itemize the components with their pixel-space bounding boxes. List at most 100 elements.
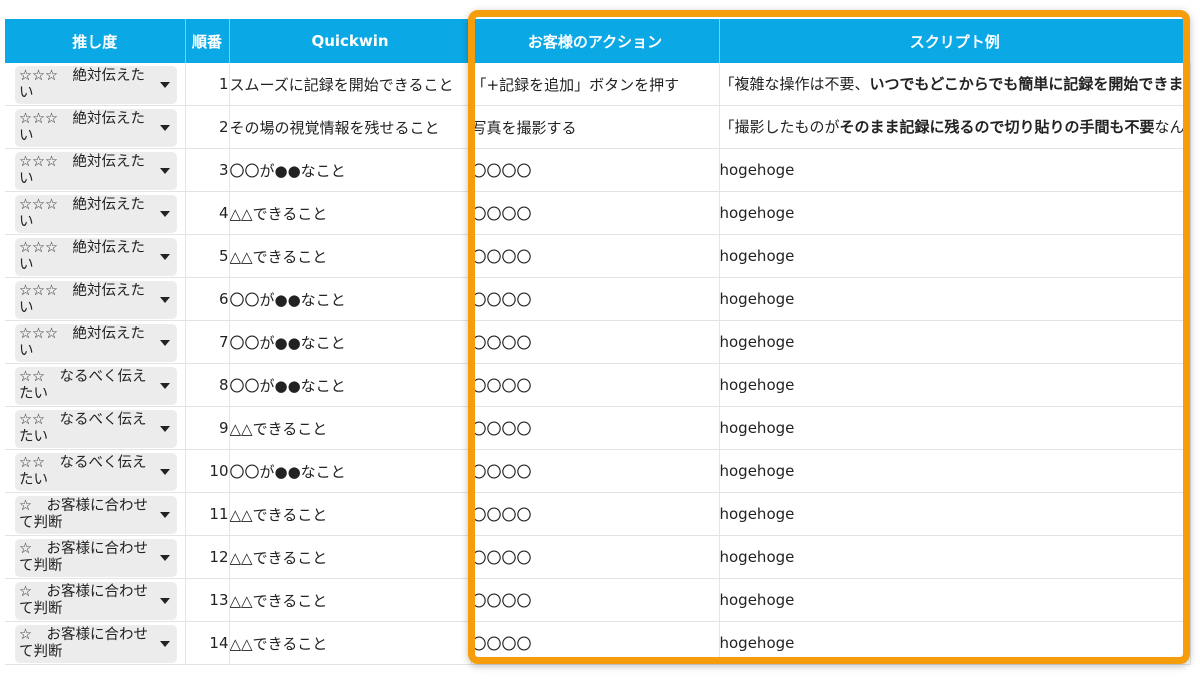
script-cell[interactable]: hogehoge [719, 277, 1191, 321]
quickwin-cell[interactable]: その場の視覚情報を残せること [229, 105, 472, 149]
chevron-down-icon[interactable] [159, 426, 170, 432]
quickwin-cell[interactable]: スムーズに記録を開始できること [229, 63, 472, 106]
order-cell[interactable]: 1 [185, 63, 230, 106]
priority-dropdown[interactable]: ☆ お客様に合わせて判断 [15, 539, 177, 577]
chevron-down-icon[interactable] [159, 641, 170, 647]
priority-dropdown[interactable]: ☆☆☆ 絶対伝えたい [15, 109, 177, 147]
action-cell[interactable]: 〇〇〇〇 [471, 363, 720, 407]
priority-dropdown-value: ☆ お客様に合わせて判断 [19, 541, 148, 574]
action-cell[interactable]: 〇〇〇〇 [471, 148, 720, 192]
order-cell[interactable]: 4 [185, 191, 230, 235]
action-cell[interactable]: 〇〇〇〇 [471, 621, 720, 665]
action-cell[interactable]: 〇〇〇〇 [471, 234, 720, 278]
priority-dropdown[interactable]: ☆ お客様に合わせて判断 [15, 625, 177, 663]
priority-cell: ☆☆☆ 絶対伝えたい [5, 277, 186, 321]
header-priority[interactable]: 推し度 [5, 19, 186, 63]
quickwin-cell[interactable]: △△できること [229, 492, 472, 536]
chevron-down-icon[interactable] [159, 512, 170, 518]
chevron-down-icon[interactable] [159, 469, 170, 475]
chevron-down-icon[interactable] [159, 340, 170, 346]
script-cell[interactable]: hogehoge [719, 449, 1191, 493]
quickwin-cell[interactable]: △△できること [229, 234, 472, 278]
priority-dropdown-value: ☆☆☆ 絶対伝えたい [19, 68, 145, 101]
script-cell[interactable]: hogehoge [719, 406, 1191, 450]
script-cell[interactable]: hogehoge [719, 320, 1191, 364]
header-order[interactable]: 順番 [185, 19, 230, 63]
script-cell[interactable]: 「撮影したものがそのまま記録に残るので切り貼りの手間も不要なんです！」 [719, 105, 1191, 149]
spreadsheet-table: 推し度 順番 Quickwin お客様のアクション スクリプト例 ☆☆☆ 絶対伝… [5, 19, 1191, 665]
order-cell[interactable]: 14 [185, 621, 230, 665]
chevron-down-icon[interactable] [159, 211, 170, 217]
script-cell[interactable]: hogehoge [719, 363, 1191, 407]
action-cell[interactable]: 〇〇〇〇 [471, 277, 720, 321]
header-script-example[interactable]: スクリプト例 [719, 19, 1190, 63]
quickwin-cell[interactable]: 〇〇が●●なこと [229, 449, 472, 493]
quickwin-cell[interactable]: 〇〇が●●なこと [229, 277, 472, 321]
chevron-down-icon[interactable] [159, 82, 170, 88]
action-cell[interactable]: 〇〇〇〇 [471, 320, 720, 364]
order-cell[interactable]: 8 [185, 363, 230, 407]
chevron-down-icon[interactable] [159, 383, 170, 389]
script-text: 「複雑な操作は不要、 [719, 74, 870, 93]
order-cell[interactable]: 5 [185, 234, 230, 278]
order-cell[interactable]: 3 [185, 148, 230, 192]
script-cell[interactable]: hogehoge [719, 234, 1191, 278]
order-cell[interactable]: 11 [185, 492, 230, 536]
priority-dropdown[interactable]: ☆☆☆ 絶対伝えたい [15, 324, 177, 362]
priority-dropdown[interactable]: ☆☆☆ 絶対伝えたい [15, 66, 177, 104]
action-cell[interactable]: 〇〇〇〇 [471, 191, 720, 235]
action-cell[interactable]: 〇〇〇〇 [471, 578, 720, 622]
action-cell[interactable]: 〇〇〇〇 [471, 406, 720, 450]
chevron-down-icon[interactable] [159, 168, 170, 174]
chevron-down-icon[interactable] [159, 297, 170, 303]
action-cell[interactable]: 〇〇〇〇 [471, 449, 720, 493]
priority-dropdown[interactable]: ☆ お客様に合わせて判断 [15, 582, 177, 620]
quickwin-cell[interactable]: △△できること [229, 191, 472, 235]
priority-dropdown[interactable]: ☆☆ なるべく伝えたい [15, 410, 177, 448]
priority-dropdown[interactable]: ☆☆☆ 絶対伝えたい [15, 152, 177, 190]
order-cell[interactable]: 9 [185, 406, 230, 450]
order-cell[interactable]: 2 [185, 105, 230, 149]
chevron-down-icon[interactable] [159, 125, 170, 131]
script-cell[interactable]: hogehoge [719, 578, 1191, 622]
table-row: ☆ お客様に合わせて判断 11 △△できること 〇〇〇〇 hogehoge [5, 492, 1191, 536]
order-cell[interactable]: 10 [185, 449, 230, 493]
table-row: ☆☆☆ 絶対伝えたい 5 △△できること 〇〇〇〇 hogehoge [5, 234, 1191, 278]
script-cell[interactable]: hogehoge [719, 535, 1191, 579]
script-cell[interactable]: hogehoge [719, 621, 1191, 665]
priority-dropdown[interactable]: ☆☆☆ 絶対伝えたい [15, 238, 177, 276]
script-cell[interactable]: hogehoge [719, 492, 1191, 536]
priority-cell: ☆☆☆ 絶対伝えたい [5, 63, 186, 106]
quickwin-cell[interactable]: △△できること [229, 406, 472, 450]
script-cell[interactable]: hogehoge [719, 148, 1191, 192]
table-row: ☆☆☆ 絶対伝えたい 7 〇〇が●●なこと 〇〇〇〇 hogehoge [5, 320, 1191, 364]
chevron-down-icon[interactable] [159, 254, 170, 260]
chevron-down-icon[interactable] [159, 555, 170, 561]
quickwin-cell[interactable]: △△できること [229, 535, 472, 579]
action-cell[interactable]: 「+記録を追加」ボタンを押す [471, 63, 720, 106]
quickwin-cell[interactable]: 〇〇が●●なこと [229, 363, 472, 407]
priority-cell: ☆ お客様に合わせて判断 [5, 492, 186, 536]
priority-dropdown[interactable]: ☆☆☆ 絶対伝えたい [15, 281, 177, 319]
chevron-down-icon[interactable] [159, 598, 170, 604]
priority-dropdown[interactable]: ☆☆ なるべく伝えたい [15, 367, 177, 405]
script-cell[interactable]: hogehoge [719, 191, 1191, 235]
action-cell[interactable]: 写真を撮影する [471, 105, 720, 149]
priority-dropdown[interactable]: ☆ お客様に合わせて判断 [15, 496, 177, 534]
quickwin-cell[interactable]: 〇〇が●●なこと [229, 320, 472, 364]
priority-dropdown-value: ☆☆☆ 絶対伝えたい [19, 197, 145, 230]
order-cell[interactable]: 7 [185, 320, 230, 364]
order-cell[interactable]: 6 [185, 277, 230, 321]
script-cell[interactable]: 「複雑な操作は不要、いつでもどこからでも簡単に記録を開始できます！」 [719, 63, 1191, 106]
action-cell[interactable]: 〇〇〇〇 [471, 492, 720, 536]
order-cell[interactable]: 13 [185, 578, 230, 622]
quickwin-cell[interactable]: 〇〇が●●なこと [229, 148, 472, 192]
header-quickwin[interactable]: Quickwin [229, 19, 472, 63]
priority-dropdown[interactable]: ☆☆ なるべく伝えたい [15, 453, 177, 491]
header-customer-action[interactable]: お客様のアクション [471, 19, 720, 63]
priority-dropdown[interactable]: ☆☆☆ 絶対伝えたい [15, 195, 177, 233]
order-cell[interactable]: 12 [185, 535, 230, 579]
quickwin-cell[interactable]: △△できること [229, 578, 472, 622]
action-cell[interactable]: 〇〇〇〇 [471, 535, 720, 579]
quickwin-cell[interactable]: △△できること [229, 621, 472, 665]
